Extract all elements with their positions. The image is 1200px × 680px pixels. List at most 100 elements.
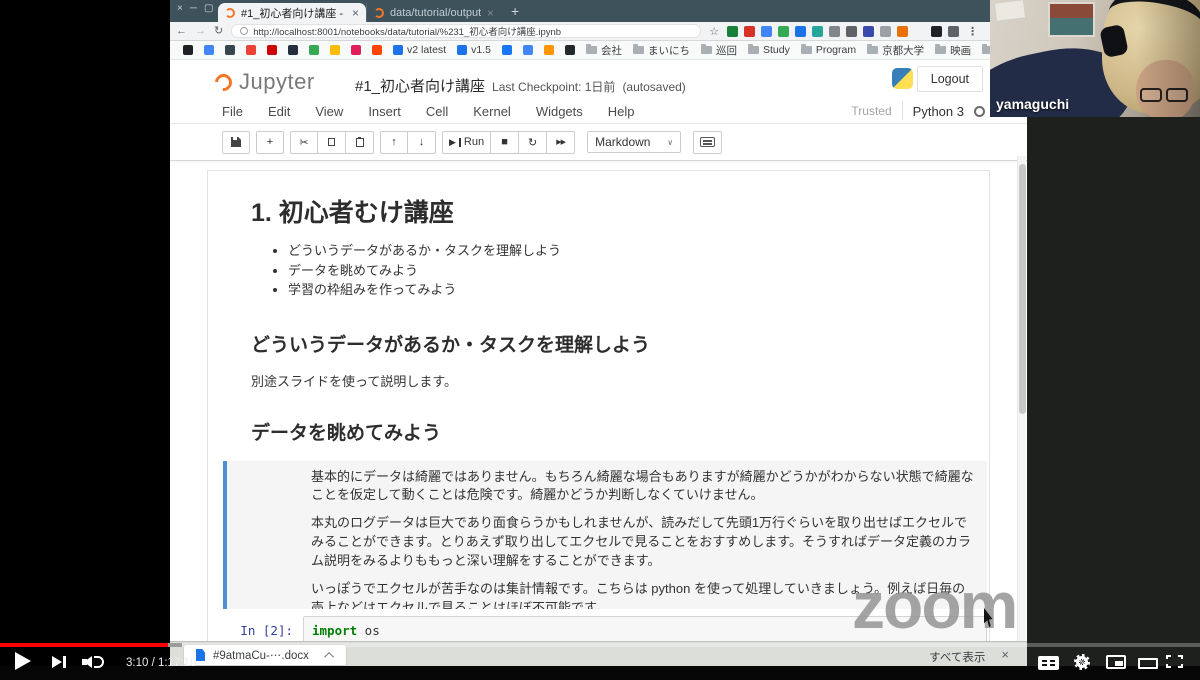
browser-tab-strip: × ─ ▢ #1_初心者向け講座 - Jup × data/tutorial/o… xyxy=(170,0,1027,22)
theater-mode-button[interactable] xyxy=(1138,658,1158,669)
menu-item[interactable]: File xyxy=(222,104,243,119)
bookmark-item[interactable]: v2 latest xyxy=(393,44,446,56)
bookmark-item[interactable] xyxy=(501,45,512,55)
bookmark-favicon xyxy=(204,45,214,55)
bookmark-item[interactable] xyxy=(522,45,533,55)
restart-run-all-button[interactable]: ▶▶ xyxy=(547,130,576,154)
tab-close-icon[interactable]: × xyxy=(487,6,494,20)
bookmark-item[interactable]: 巡回 xyxy=(700,43,737,58)
move-cell-down-button[interactable]: ↓ xyxy=(408,130,436,154)
chevron-down-icon: ∨ xyxy=(667,137,674,147)
bookmark-item[interactable] xyxy=(564,45,575,55)
bookmark-item[interactable] xyxy=(543,45,554,55)
webcam-video: yamaguchi xyxy=(990,0,1200,117)
reload-icon[interactable]: ↻ xyxy=(214,25,223,37)
video-progress-bar[interactable] xyxy=(0,643,1200,647)
address-bar[interactable]: http://localhost:8001/notebooks/data/tut… xyxy=(231,24,702,38)
forward-icon[interactable]: → xyxy=(195,25,206,37)
menu-item[interactable]: Cell xyxy=(426,104,448,119)
settings-gear-icon[interactable] xyxy=(1074,654,1090,670)
chevron-up-icon[interactable] xyxy=(324,651,334,662)
menu-item[interactable]: Edit xyxy=(268,104,290,119)
bookmark-item[interactable]: 会社 xyxy=(585,43,622,58)
new-tab-button[interactable]: + xyxy=(511,3,519,19)
extension-icon[interactable] xyxy=(948,25,960,37)
bookmark-label: 会社 xyxy=(600,44,622,57)
bookmark-item[interactable] xyxy=(225,45,235,55)
cut-cell-button[interactable]: ✂ xyxy=(290,130,318,154)
bookmark-item[interactable]: v1.5 xyxy=(457,44,491,56)
bookmark-star-icon[interactable]: ☆ xyxy=(709,25,719,38)
extension-icon[interactable] xyxy=(914,25,926,37)
scrollbar-thumb[interactable] xyxy=(1019,164,1026,414)
fullscreen-button[interactable] xyxy=(1166,655,1183,668)
run-button[interactable]: ▶ Run xyxy=(442,130,492,154)
extension-icon[interactable] xyxy=(744,25,756,37)
cell-type-dropdown[interactable]: Markdown ∨ xyxy=(587,131,682,153)
shelf-close-icon[interactable]: × xyxy=(995,645,1015,664)
add-cell-button[interactable]: + xyxy=(256,130,284,154)
menu-item[interactable]: View xyxy=(315,104,343,119)
extension-icon[interactable] xyxy=(778,25,790,37)
bookmark-item[interactable] xyxy=(372,45,382,55)
menu-item[interactable]: Widgets xyxy=(536,104,583,119)
next-video-button[interactable] xyxy=(52,656,68,668)
copy-cell-button[interactable] xyxy=(318,130,346,154)
extension-icon[interactable] xyxy=(812,25,824,37)
bookmark-item[interactable]: Study xyxy=(747,44,790,56)
bookmark-item[interactable] xyxy=(351,45,361,55)
miniplayer-button[interactable] xyxy=(1106,655,1126,669)
stop-button[interactable]: ■ xyxy=(491,130,520,154)
bookmark-item[interactable] xyxy=(246,45,256,55)
play-button[interactable] xyxy=(15,652,31,670)
jupyter-logo[interactable]: Jupyter xyxy=(211,69,315,95)
extension-icon[interactable] xyxy=(863,25,875,37)
extension-icon[interactable] xyxy=(727,25,739,37)
extension-icon[interactable] xyxy=(761,25,773,37)
bookmark-item[interactable] xyxy=(183,45,193,55)
notebook-title[interactable]: #1_初心者向け講座 xyxy=(355,75,485,96)
browser-tab-inactive[interactable]: data/tutorial/output/ × xyxy=(366,3,501,22)
extension-icon[interactable] xyxy=(897,25,909,37)
subtitles-button[interactable] xyxy=(1038,656,1059,670)
bookmark-item[interactable]: まいにち xyxy=(632,43,690,58)
menu-item[interactable]: Kernel xyxy=(473,104,511,119)
bookmark-item[interactable]: 京都大学 xyxy=(867,43,924,58)
extension-icon[interactable] xyxy=(846,25,858,37)
bookmark-item[interactable] xyxy=(309,45,319,55)
bookmark-item[interactable] xyxy=(267,45,277,55)
bookmark-item[interactable]: 映画 xyxy=(935,43,971,58)
bookmark-item[interactable] xyxy=(288,45,298,55)
bookmark-favicon xyxy=(288,45,298,55)
menu-item[interactable]: Insert xyxy=(368,104,401,119)
folder-icon xyxy=(585,44,597,54)
extension-icon[interactable] xyxy=(795,25,807,37)
extension-icon[interactable] xyxy=(931,25,943,37)
folder-icon xyxy=(800,44,812,54)
scrollbar[interactable] xyxy=(1017,156,1026,641)
site-info-icon[interactable] xyxy=(240,27,249,35)
extension-icon[interactable] xyxy=(829,25,841,37)
window-minimize-icon[interactable]: ─ xyxy=(190,4,197,14)
downloaded-file-chip[interactable]: #9atmaCu-⋯.docx xyxy=(184,645,346,665)
bookmark-item[interactable] xyxy=(204,45,214,55)
browser-tab-active[interactable]: #1_初心者向け講座 - Jup × xyxy=(218,3,366,22)
command-palette-button[interactable] xyxy=(693,130,723,154)
browser-menu-icon[interactable]: ⋮ xyxy=(967,25,978,38)
back-icon[interactable]: ← xyxy=(176,25,187,37)
window-maximize-icon[interactable]: ▢ xyxy=(204,4,213,14)
paste-cell-button[interactable] xyxy=(346,130,374,154)
progress-played xyxy=(0,643,168,647)
restart-kernel-button[interactable]: ↻ xyxy=(519,130,548,154)
extension-icon[interactable] xyxy=(880,25,892,37)
logout-button[interactable]: Logout xyxy=(916,66,983,92)
move-cell-up-button[interactable]: ↑ xyxy=(380,130,408,154)
tab-close-icon[interactable]: × xyxy=(352,6,359,20)
bookmark-item[interactable]: Program xyxy=(800,44,856,56)
volume-icon[interactable] xyxy=(82,655,104,669)
bookmark-item[interactable] xyxy=(330,45,340,55)
cell-prompt: In [2]: xyxy=(240,622,293,638)
menu-item[interactable]: Help xyxy=(608,104,635,119)
window-close-icon[interactable]: × xyxy=(177,4,183,14)
save-button[interactable] xyxy=(222,130,250,154)
